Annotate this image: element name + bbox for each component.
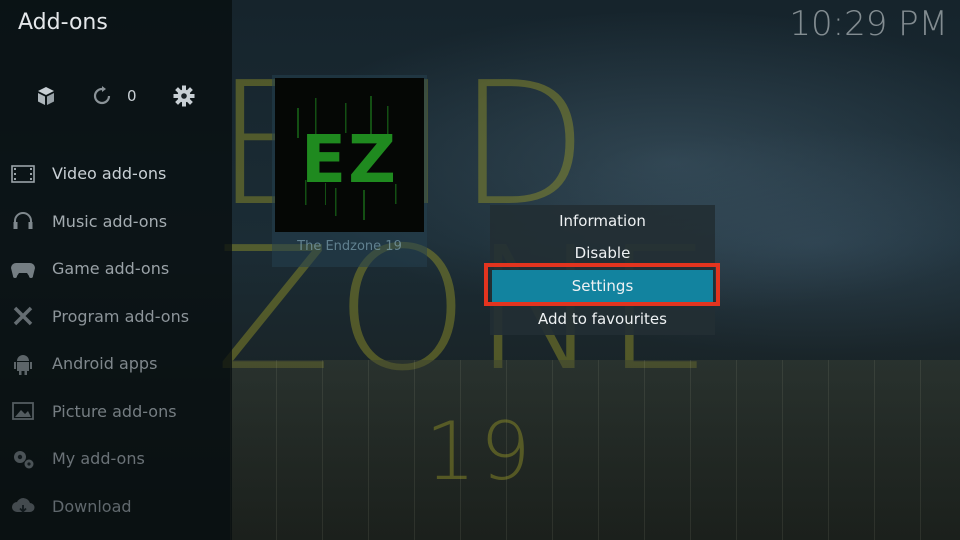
headphones-icon: [10, 208, 36, 234]
sidebar-menu: Video add-ons Music add-ons Game add-ons…: [0, 150, 232, 530]
sidebar-item-label: Program add-ons: [52, 306, 190, 326]
background-field: [230, 360, 960, 540]
sidebar-item-android-apps[interactable]: Android apps: [0, 340, 232, 388]
sidebar-item-label: Picture add-ons: [52, 401, 177, 421]
sidebar-item-label: Download: [52, 496, 132, 516]
update-count: 0: [127, 87, 137, 105]
context-menu-item-information[interactable]: Information: [490, 205, 715, 237]
addon-tile-the-endzone-19[interactable]: EZ The Endzone 19: [272, 75, 427, 267]
check-updates-button[interactable]: [90, 84, 114, 108]
addon-logo-text: EZ: [301, 121, 398, 198]
page-title: Add-ons: [18, 10, 108, 35]
android-icon: [10, 351, 36, 377]
sidebar-item-game-addons[interactable]: Game add-ons: [0, 245, 232, 293]
sidebar-item-label: Game add-ons: [52, 259, 170, 279]
tools-icon: [10, 303, 36, 329]
gamepad-icon: [10, 256, 36, 282]
sidebar-item-picture-addons[interactable]: Picture add-ons: [0, 388, 232, 436]
sidebar-item-music-addons[interactable]: Music add-ons: [0, 198, 232, 246]
film-icon: [10, 161, 36, 187]
sidebar-item-my-addons[interactable]: My add-ons: [0, 435, 232, 483]
sidebar-item-download[interactable]: Download: [0, 483, 232, 531]
addon-browser-button[interactable]: [34, 84, 58, 108]
sidebar-item-label: Video add-ons: [52, 164, 167, 184]
sidebar-item-label: My add-ons: [52, 449, 145, 469]
gears-icon: [10, 446, 36, 472]
sidebar-item-label: Music add-ons: [52, 211, 168, 231]
background-title-line-3: 19: [425, 405, 535, 498]
addon-name: The Endzone 19: [297, 239, 402, 254]
open-box-icon: [38, 87, 54, 105]
gear-icon: [173, 85, 195, 107]
sidebar-item-program-addons[interactable]: Program add-ons: [0, 293, 232, 341]
settings-button[interactable]: [172, 84, 196, 108]
toolbar: 0: [34, 84, 214, 110]
refresh-icon: [93, 86, 111, 105]
sidebar-item-label: Android apps: [52, 354, 158, 374]
settings-highlight-box: [484, 263, 720, 306]
clock: 10:29 PM: [789, 4, 948, 44]
addon-logo: EZ: [275, 78, 424, 232]
picture-icon: [10, 398, 36, 424]
context-menu-item-add-to-favourites[interactable]: Add to favourites: [490, 303, 715, 335]
addon-logo-image: EZ: [275, 78, 424, 232]
sidebar-item-video-addons[interactable]: Video add-ons: [0, 150, 232, 198]
cloud-download-icon: [10, 493, 36, 519]
